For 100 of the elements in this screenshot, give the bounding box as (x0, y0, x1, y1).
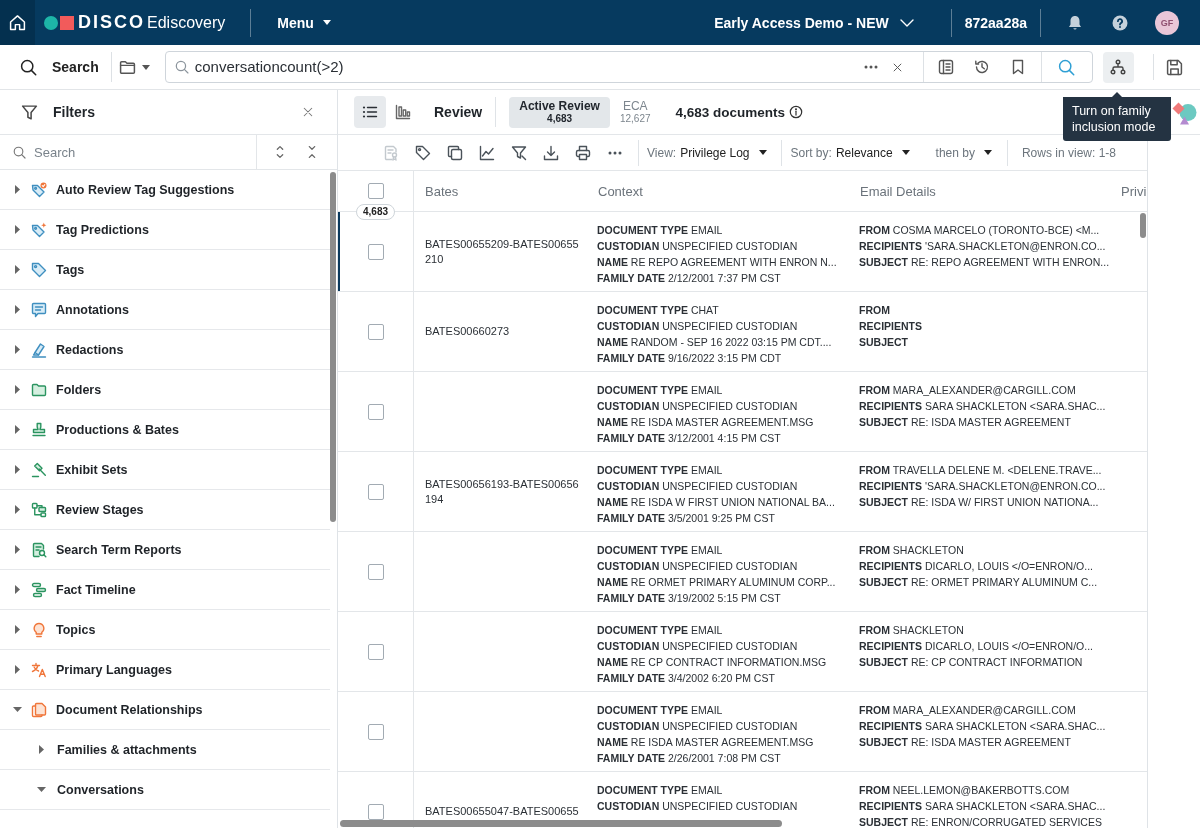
email-field: RECIPIENTS DICARLO, LOUIS </O=ENRON/O... (859, 558, 1093, 574)
tag-check-icon (31, 181, 47, 198)
filter-item[interactable]: Tags (0, 250, 330, 290)
checkbox[interactable] (367, 563, 384, 580)
help-button[interactable] (1112, 14, 1128, 31)
checkbox[interactable] (367, 323, 384, 340)
filter-item[interactable]: Conversations (0, 770, 330, 810)
gavel-icon (31, 461, 47, 478)
search-field[interactable]: conversationcount(>2) (164, 51, 1093, 83)
bates-number: BATES00656193-BATES00656194 (425, 476, 580, 507)
email-field: FROM MARA_ALEXANDER@CARGILL.COM (859, 382, 1076, 398)
list-view-button[interactable] (354, 96, 386, 128)
folder-icon (118, 58, 136, 76)
filter-search-field[interactable]: Search (34, 140, 250, 164)
user-avatar[interactable]: GF (1155, 10, 1179, 35)
filter-item[interactable]: Primary Languages (0, 650, 330, 690)
context-field: DOCUMENT TYPE EMAIL (597, 782, 723, 798)
chevron-down-icon (899, 18, 914, 27)
checkbox[interactable] (367, 243, 384, 260)
context-field: NAME RANDOM - SEP 16 2022 03:15 PM CDT.... (597, 334, 832, 350)
context-field: NAME RE REPO AGREEMENT WITH ENRON N... (597, 254, 837, 270)
home-icon (9, 14, 26, 31)
then-by-dropdown[interactable]: then by (935, 139, 992, 166)
context-field: DOCUMENT TYPE EMAIL (597, 222, 723, 238)
filter-item[interactable]: Redactions (0, 330, 330, 370)
menu-button[interactable]: Menu (277, 14, 331, 31)
filter-item[interactable]: Review Stages (0, 490, 330, 530)
filter-item[interactable]: Search Term Reports (0, 530, 330, 570)
close-button[interactable] (301, 105, 315, 119)
review-tab[interactable]: ECA 12,627 (609, 96, 661, 128)
email-field: RECIPIENTS SARA SHACKLETON <SARA.SHAC... (859, 718, 1106, 734)
filter-item[interactable]: Auto Review Tag Suggestions (0, 170, 330, 210)
email-field: RECIPIENTS 'SARA.SHACKLETON@ENRON.CO... (859, 238, 1106, 254)
context-field: DOCUMENT TYPE EMAIL (597, 462, 723, 478)
checkbox[interactable] (367, 803, 384, 820)
filter-item[interactable]: Folders (0, 370, 330, 410)
scrollbar-thumb[interactable] (330, 172, 336, 522)
filter-item[interactable]: Families & attachments (0, 730, 330, 770)
home-button[interactable] (0, 0, 35, 45)
filter-item[interactable]: Fact Timeline (0, 570, 330, 610)
bates-number: BATES00660273 (425, 324, 511, 339)
context-field: FAMILY DATE 3/4/2002 6:20 PM CST (597, 670, 775, 686)
logo-mark-icon (44, 15, 74, 30)
workspace-selector[interactable]: Early Access Demo - NEW (714, 14, 914, 31)
caret-down-icon (758, 150, 767, 155)
funnel-icon (511, 144, 527, 161)
checkbox[interactable] (367, 723, 384, 740)
review-tab[interactable]: Active Review 4,683 (509, 96, 610, 128)
search-mode-button[interactable]: Search (20, 58, 99, 76)
context-field: NAME RE ORMET PRIMARY ALUMINUM CORP... (597, 574, 836, 590)
email-field: FROM (859, 302, 890, 318)
hierarchy-icon (1110, 59, 1127, 75)
context-field: CUSTODIAN UNSPECIFIED CUSTODIAN (597, 398, 798, 414)
search-query-field[interactable]: conversationcount(>2) (194, 52, 857, 82)
search-icon (174, 60, 189, 74)
tag-icon (31, 261, 47, 278)
more-icon (863, 65, 878, 69)
scrollbar-thumb[interactable] (340, 820, 782, 827)
checkbox[interactable] (367, 183, 384, 199)
tag-sparkle-icon (31, 221, 47, 238)
filter-item[interactable]: Tag Predictions (0, 210, 330, 250)
context-field: FAMILY DATE 3/5/2001 9:25 PM CST (597, 510, 775, 526)
column-header[interactable]: Email Details (849, 171, 1111, 211)
filter-item[interactable]: Topics (0, 610, 330, 650)
scrollbar-thumb[interactable] (1140, 213, 1146, 238)
context-field: NAME RE ISDA MASTER AGREEMENT.MSG (597, 734, 814, 750)
more-icon (608, 150, 622, 155)
filter-item[interactable]: Exhibit Sets (0, 450, 330, 490)
documents-icon (31, 701, 47, 718)
filter-item[interactable]: Document Relationships (0, 690, 330, 730)
email-field: FROM SHACKLETON (859, 542, 964, 558)
bell-icon (1067, 14, 1083, 31)
email-field: SUBJECT RE: ISDA W/ FIRST UNION NATIONA... (859, 494, 1099, 510)
sort-dropdown[interactable]: Sort by: Relevance (790, 139, 910, 166)
bar-chart-icon (395, 104, 411, 120)
email-field: FROM NEEL.LEMON@BAKERBOTTS.COM (859, 782, 1070, 798)
print-icon (575, 144, 591, 161)
notifications-button[interactable] (1067, 14, 1083, 31)
rows-in-view-label: Rows in view: 1-8 (1021, 145, 1116, 160)
email-field: SUBJECT RE: CP CONTRACT INFORMATION (859, 654, 1083, 670)
folder-icon (31, 381, 47, 398)
column-header[interactable]: Bates (414, 171, 587, 211)
email-field: RECIPIENTS 'SARA.SHACKLETON@ENRON.CO... (859, 478, 1106, 494)
context-field: NAME RE ISDA MASTER AGREEMENT.MSG (597, 414, 814, 430)
filter-item[interactable]: Productions & Bates (0, 410, 330, 450)
context-field: DOCUMENT TYPE CHAT (597, 302, 719, 318)
search-icon (13, 145, 26, 159)
context-field: FAMILY DATE 3/12/2001 4:15 PM CST (597, 430, 781, 446)
checkbox[interactable] (367, 483, 384, 500)
family-mode-button[interactable] (1102, 51, 1134, 83)
checkbox[interactable] (367, 643, 384, 660)
translate-icon (31, 661, 47, 678)
bates-number: BATES00655047-BATES00655 (425, 804, 580, 819)
view-dropdown[interactable]: View: Privilege Log (647, 139, 767, 166)
email-field: RECIPIENTS (859, 318, 922, 334)
column-header[interactable]: Privi (1111, 171, 1147, 211)
checkbox[interactable] (367, 403, 384, 420)
column-header[interactable]: Context (587, 171, 849, 211)
filter-item[interactable]: Annotations (0, 290, 330, 330)
lightbulb-icon (31, 621, 47, 638)
